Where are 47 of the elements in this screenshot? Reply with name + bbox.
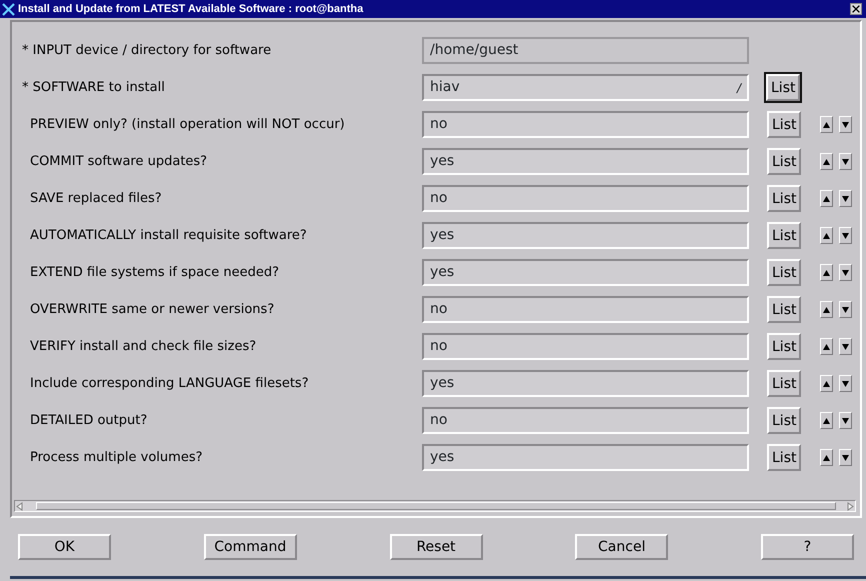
field-label: Process multiple volumes? (29, 448, 204, 467)
dialog-button[interactable]: Command (204, 534, 297, 560)
field-label: * INPUT device / directory for software (21, 42, 272, 60)
list-button[interactable]: List (767, 407, 802, 434)
close-icon[interactable] (850, 3, 862, 15)
list-button[interactable]: List (767, 370, 802, 397)
input-field[interactable]: yes (422, 148, 749, 175)
input-field[interactable]: hiav / (422, 74, 749, 101)
input-field[interactable]: yes (422, 444, 749, 471)
field-label: DETAILED output? (29, 412, 148, 430)
list-button[interactable]: List (767, 148, 802, 175)
field-label: VERIFY install and check file sizes? (29, 338, 258, 356)
dialog-button[interactable]: ? (761, 534, 854, 560)
list-button[interactable]: List (767, 333, 802, 360)
input-field[interactable]: no (422, 185, 749, 212)
field-label: PREVIEW only? (install operation will NOT occur) (29, 116, 346, 134)
value-display: /home/guest (422, 37, 749, 64)
list-button[interactable]: List (767, 222, 802, 249)
input-field[interactable]: no (422, 296, 749, 323)
right-arrow-icon[interactable] (846, 502, 855, 510)
dialog-button[interactable]: Cancel (575, 534, 668, 560)
field-label: AUTOMATICALLY install requisite software? (29, 226, 308, 245)
dialog-button[interactable]: Reset (390, 534, 482, 560)
list-button[interactable]: List (767, 185, 802, 212)
field-label: SAVE replaced files? (29, 190, 163, 208)
field-label: COMMIT software updates? (29, 152, 208, 171)
field-label: OVERWRITE same or newer versions? (29, 300, 276, 319)
scrollbar-thumb[interactable] (36, 502, 836, 510)
list-button[interactable]: List (767, 296, 802, 323)
field-label: Include corresponding LANGUAGE filesets? (29, 374, 310, 393)
window-title: Install and Update from LATEST Available Software : root@bantha (18, 3, 364, 15)
input-field[interactable]: no (422, 333, 749, 360)
x-logo-icon (2, 2, 15, 16)
input-field[interactable]: no (422, 407, 749, 434)
field-label: * SOFTWARE to install (21, 78, 166, 97)
list-button[interactable]: List (767, 111, 802, 138)
left-arrow-icon[interactable] (15, 502, 24, 510)
field-label: EXTEND file systems if space needed? (29, 264, 280, 282)
list-button[interactable]: List (767, 259, 802, 286)
input-field[interactable]: no (422, 111, 749, 138)
dialog-button[interactable]: OK (18, 534, 111, 560)
input-field[interactable]: yes (422, 370, 749, 397)
list-button[interactable]: List (767, 444, 802, 471)
horizontal-scrollbar[interactable] (14, 500, 856, 512)
input-field[interactable]: yes (422, 222, 749, 249)
list-button[interactable]: List (766, 74, 800, 101)
input-field[interactable]: yes (422, 259, 749, 286)
